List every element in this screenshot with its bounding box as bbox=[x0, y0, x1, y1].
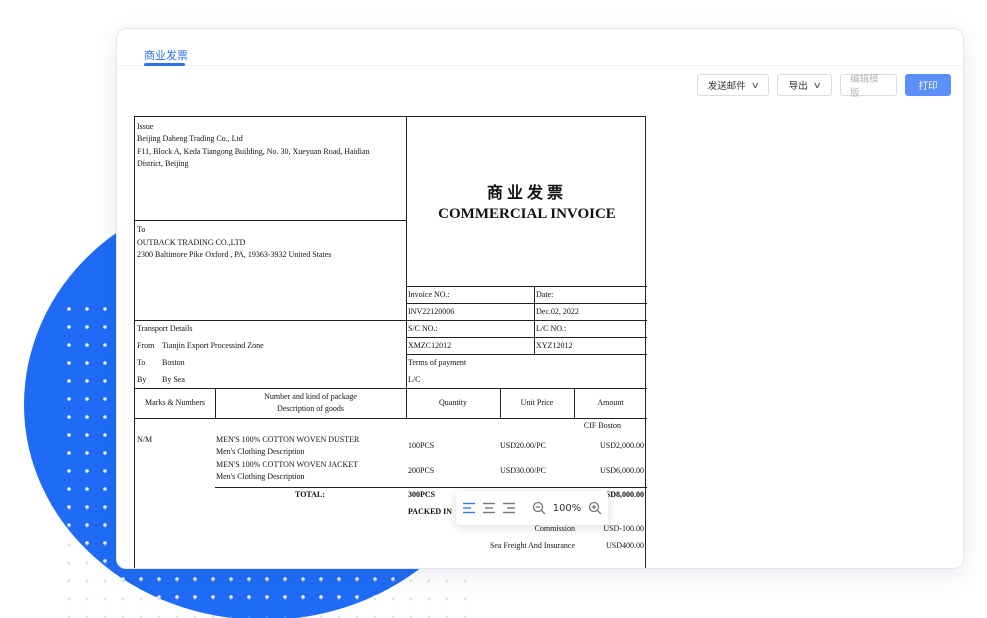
issuer-name: Beijing Daheng Trading Co., Ltd bbox=[137, 134, 243, 143]
edit-template-button[interactable]: 编辑模版 bbox=[840, 74, 897, 99]
tab-bar: 商业发票 bbox=[117, 29, 963, 66]
transport-label: Transport Details bbox=[137, 324, 193, 333]
zoom-toolbar: 100% bbox=[456, 491, 608, 525]
price-term: CIF Boston bbox=[583, 421, 621, 430]
tab-commercial-invoice[interactable]: 商业发票 bbox=[144, 47, 188, 63]
export-label: 导出 bbox=[788, 81, 808, 92]
print-label: 打印 bbox=[918, 81, 938, 92]
issuer-address: District, Beijing bbox=[137, 159, 189, 168]
grid-line bbox=[406, 286, 647, 287]
grid-line bbox=[406, 117, 407, 419]
sc-no-value: XMZC12012 bbox=[408, 341, 452, 350]
invoice-window: 商业发票 发送邮件 ∨ 导出 ∨ 编辑模版 打印 Issue Beijing D… bbox=[116, 28, 964, 569]
total-label: TOTAL: bbox=[295, 490, 325, 499]
marks-value: N/M bbox=[137, 435, 153, 444]
chevron-down-icon: ∨ bbox=[750, 79, 760, 90]
item-amount: USD6,000.00 bbox=[599, 466, 644, 475]
consignee-address: 2300 Baltimore Pike Oxford , PA, 19363-3… bbox=[137, 250, 332, 259]
issuer-address: F11, Block A, Keda Tiangong Building, No… bbox=[137, 147, 370, 156]
zoom-out-icon[interactable] bbox=[532, 499, 546, 517]
packed-in-label: PACKED IN bbox=[408, 507, 453, 516]
freight-label: Sea Freight And Insurance bbox=[489, 541, 575, 550]
grid-line bbox=[135, 220, 407, 221]
zoom-in-icon[interactable] bbox=[588, 499, 602, 517]
terms-label: Terms of payment bbox=[408, 358, 467, 367]
item-quantity: 100PCS bbox=[408, 441, 435, 450]
send-email-label: 发送邮件 bbox=[707, 81, 746, 92]
issue-label: Issue bbox=[137, 122, 154, 131]
item-name: MEN'S 100% COTTON WOVEN JACKET bbox=[216, 460, 359, 469]
from-value: Tianjin Export Processind Zone bbox=[162, 341, 264, 350]
invoice-no-label: Invoice NO.: bbox=[408, 290, 450, 299]
column-header-package: Number and kind of package bbox=[264, 392, 357, 401]
total-quantity: 300PCS bbox=[408, 490, 436, 499]
edit-template-label: 编辑模版 bbox=[850, 74, 879, 99]
item-description: Men's Clothing Description bbox=[216, 472, 305, 481]
terms-value: L/C bbox=[408, 375, 421, 384]
column-header-description: Description of goods bbox=[276, 404, 345, 413]
item-amount: USD2,000.00 bbox=[599, 441, 644, 450]
by-label: By bbox=[137, 375, 147, 384]
lc-no-label: L/C NO.: bbox=[536, 324, 567, 333]
item-name: MEN'S 100% COTTON WOVEN DUSTER bbox=[216, 435, 360, 444]
column-header-unit-price: Unit Price bbox=[520, 398, 554, 407]
send-email-button[interactable]: 发送邮件 ∨ bbox=[697, 74, 769, 96]
consignee-name: OUTBACK TRADING CO.,LTD bbox=[137, 238, 246, 247]
date-value: Dec.02, 2022 bbox=[536, 307, 579, 316]
invoice-no-value: INV22120006 bbox=[408, 307, 455, 316]
chevron-down-icon: ∨ bbox=[812, 79, 822, 90]
item-quantity: 200PCS bbox=[408, 466, 435, 475]
lc-no-value: XYZ12012 bbox=[536, 341, 573, 350]
grid-line bbox=[406, 303, 647, 304]
align-center-icon[interactable] bbox=[482, 499, 496, 517]
grid-line bbox=[135, 388, 647, 389]
title-chinese: 商业发票 bbox=[486, 183, 567, 202]
sc-no-label: S/C NO.: bbox=[408, 324, 438, 333]
grid-line bbox=[534, 286, 535, 354]
print-button[interactable]: 打印 bbox=[905, 74, 951, 96]
toolbar: 发送邮件 ∨ 导出 ∨ 编辑模版 打印 bbox=[697, 74, 951, 99]
align-right-icon[interactable] bbox=[502, 499, 516, 517]
grid-line bbox=[406, 354, 647, 355]
item-unit-price: USD20.00/PC bbox=[500, 441, 547, 450]
item-description: Men's Clothing Description bbox=[216, 447, 305, 456]
to-label: To bbox=[137, 225, 146, 234]
grid-line bbox=[135, 418, 647, 419]
by-value: By Sea bbox=[162, 375, 185, 384]
column-header-marks: Marks & Numbers bbox=[145, 398, 205, 407]
freight-value: USD400.00 bbox=[605, 541, 644, 550]
date-label: Date: bbox=[536, 290, 554, 299]
zoom-level: 100% bbox=[552, 502, 582, 514]
align-left-icon[interactable] bbox=[462, 499, 476, 517]
column-header-quantity: Quantity bbox=[439, 398, 467, 407]
item-unit-price: USD30.00/PC bbox=[500, 466, 547, 475]
tab-active-indicator bbox=[144, 63, 185, 66]
from-label: From bbox=[137, 341, 155, 350]
to-port-value: Boston bbox=[162, 358, 185, 367]
title-english: COMMERCIAL INVOICE bbox=[438, 206, 616, 222]
column-header-amount: Amount bbox=[597, 398, 624, 407]
to-port-label: To bbox=[137, 358, 146, 367]
grid-line bbox=[406, 337, 647, 338]
export-button[interactable]: 导出 ∨ bbox=[777, 74, 832, 96]
grid-line bbox=[215, 487, 647, 488]
grid-line bbox=[135, 320, 647, 321]
